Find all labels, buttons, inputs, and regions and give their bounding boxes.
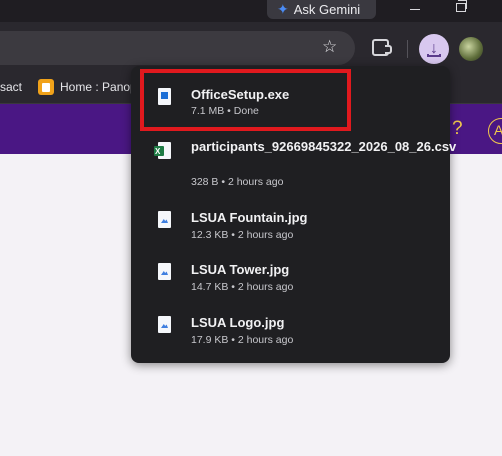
gemini-icon: ✦ (277, 1, 289, 17)
download-filename: participants_92669845322_2026_08_26.csv (191, 139, 457, 154)
bookmark-item-label[interactable]: Home : Panop (60, 80, 137, 94)
download-tray-icon (427, 54, 441, 57)
image-file-icon (158, 211, 171, 228)
help-icon[interactable]: ? (452, 118, 463, 140)
download-filename: LSUA Logo.jpg (191, 315, 285, 330)
excel-x-glyph: X (155, 147, 161, 156)
download-filename: LSUA Fountain.jpg (191, 210, 308, 225)
address-bar[interactable] (0, 31, 355, 65)
downloads-button[interactable]: ↓ (419, 34, 449, 64)
download-status: 12.3 KB • 2 hours ago (191, 229, 294, 241)
extensions-icon[interactable] (372, 39, 392, 56)
panopto-bookmark-icon[interactable] (38, 79, 54, 95)
download-status: 14.7 KB • 2 hours ago (191, 281, 294, 293)
minimize-icon[interactable] (410, 9, 420, 10)
ask-gemini-button[interactable]: ✦ Ask Gemini (267, 0, 376, 19)
image-file-icon (158, 263, 171, 280)
restore-icon[interactable] (456, 0, 467, 12)
bookmark-item-label[interactable]: sact (0, 80, 22, 94)
download-filename: LSUA Tower.jpg (191, 262, 290, 277)
download-status: 328 B • 2 hours ago (191, 176, 284, 188)
image-file-icon (158, 316, 171, 333)
browser-window: ✦ Ask Gemini ☆ ↓ sact Home : Panop ? A O… (0, 0, 502, 456)
bookmark-star-icon[interactable]: ☆ (322, 37, 337, 57)
profile-avatar[interactable] (459, 37, 483, 61)
highlight-box (140, 69, 351, 131)
download-status: 17.9 KB • 2 hours ago (191, 334, 294, 346)
ask-gemini-label: Ask Gemini (293, 2, 361, 17)
title-bar (0, 0, 502, 22)
toolbar-divider (407, 40, 408, 58)
